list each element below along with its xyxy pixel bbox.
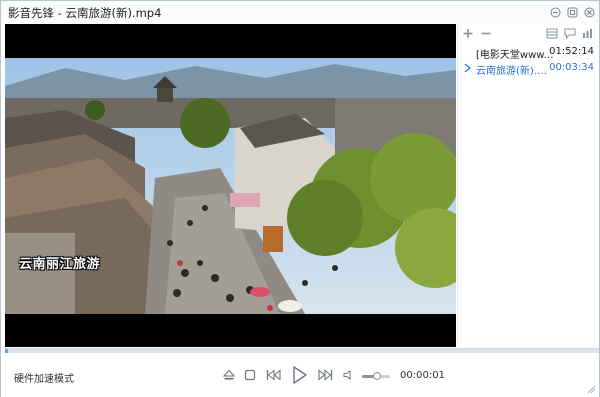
list-view-icon[interactable] (546, 28, 558, 39)
playlist-item[interactable]: [电影天堂www.dyt... 01:52:14 (458, 44, 600, 61)
play-button[interactable] (291, 364, 309, 386)
play-icon (293, 366, 307, 384)
playlist-item-duration: 00:03:34 (549, 62, 594, 73)
minimize-icon (550, 7, 560, 17)
bars-icon[interactable] (582, 28, 594, 39)
previous-button[interactable] (265, 367, 283, 383)
playlist-item-duration: 01:52:14 (549, 46, 594, 57)
stop-icon (244, 369, 256, 381)
window-title: 影音先锋 - 云南旅游(新).mp4 (8, 6, 162, 20)
playing-arrow-icon (464, 63, 471, 73)
restore-icon (567, 7, 577, 17)
volume-knob[interactable] (373, 372, 382, 380)
close-button[interactable] (583, 6, 595, 18)
player-window: 影音先锋 - 云南旅游(新).mp4 云南丽江旅游 [电影天堂www.d 01:… (0, 0, 600, 397)
previous-icon (266, 369, 281, 381)
title-bar[interactable]: 影音先锋 - 云南旅游(新).mp4 (1, 1, 599, 23)
playlist-toolbar (458, 24, 600, 42)
control-bar: 硬件加速模式 00:00:01 (1, 355, 599, 397)
volume-icon (343, 370, 351, 380)
close-icon (584, 7, 594, 17)
next-icon (318, 369, 333, 381)
minimize-button[interactable] (549, 6, 561, 18)
chat-icon[interactable] (564, 28, 576, 40)
playlist-panel: [电影天堂www.dyt... 01:52:14 云南旅游(新).m... 00… (457, 24, 599, 347)
video-frame (5, 58, 456, 314)
add-icon[interactable] (462, 28, 474, 39)
resize-grip-icon[interactable] (586, 384, 596, 394)
hardware-acceleration-label[interactable]: 硬件加速模式 (14, 370, 74, 385)
eject-button[interactable] (222, 368, 236, 382)
volume-button[interactable] (342, 369, 354, 381)
seek-progress (5, 349, 8, 353)
volume-slider[interactable] (362, 372, 390, 380)
seek-bar[interactable] (5, 348, 599, 353)
restore-button[interactable] (566, 6, 578, 18)
playlist-item-name: [电影天堂www.dyt... (476, 50, 554, 61)
playlist-item-active[interactable]: 云南旅游(新).m... 00:03:34 (458, 60, 600, 77)
eject-icon (223, 369, 235, 380)
next-button[interactable] (316, 367, 334, 383)
remove-icon[interactable] (480, 28, 492, 39)
video-display[interactable]: 云南丽江旅游 (5, 24, 456, 347)
stop-button[interactable] (243, 368, 257, 382)
playlist-item-name: 云南旅游(新).m... (476, 66, 554, 77)
current-time: 00:00:01 (400, 370, 445, 381)
video-watermark-text: 云南丽江旅游 (19, 257, 101, 272)
